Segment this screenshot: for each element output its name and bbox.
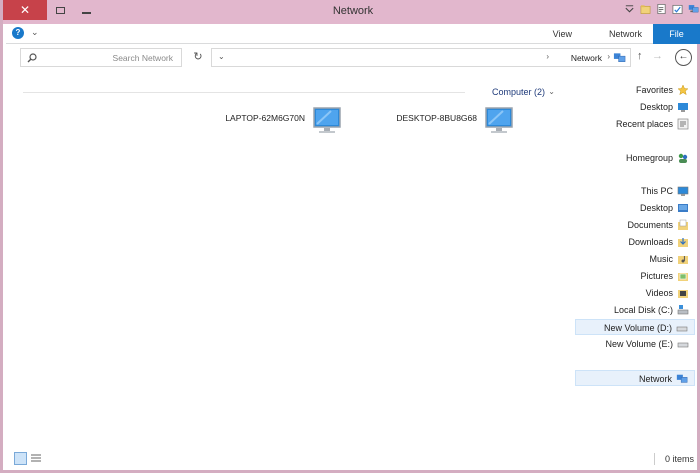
nav-item-this-pc[interactable]: This PC — [615, 183, 695, 199]
refresh-icon: ↻ — [193, 51, 203, 63]
nav-item-videos[interactable]: Videos — [615, 285, 695, 301]
nav-item-local-disk[interactable]: Local Disk (C:) — [613, 302, 695, 318]
nav-item-label: New Volume (D:) — [603, 323, 672, 333]
nav-item-music[interactable]: Music — [615, 251, 695, 267]
network-icon — [676, 374, 688, 383]
nav-item-desktop[interactable]: Desktop — [615, 99, 695, 115]
status-divider — [654, 453, 655, 465]
breadcrumb-root-chevron-icon[interactable]: › — [607, 52, 610, 61]
nav-item-desktop-folder[interactable]: Desktop — [615, 200, 695, 216]
local-disk-icon — [677, 305, 689, 315]
recent-places-icon — [677, 118, 689, 130]
nav-item-label: Local Disk (C:) — [613, 305, 673, 315]
status-bar: 0 items — [6, 449, 700, 469]
nav-item-new-volume-e[interactable]: New Volume (E:) — [575, 336, 695, 352]
address-dropdown-icon[interactable]: ⌄ — [218, 52, 225, 61]
address-bar[interactable]: ⌄ › Network › — [211, 48, 631, 67]
computer-icon — [313, 107, 341, 133]
nav-item-downloads[interactable]: Downloads — [615, 234, 695, 250]
breadcrumb-chevron-icon[interactable]: › — [546, 52, 549, 61]
search-placeholder: Search Network — [112, 53, 173, 63]
tab-file[interactable]: File — [653, 24, 700, 44]
search-input[interactable]: Search Network — [20, 48, 182, 67]
ribbon-expand-icon[interactable]: ⌄ — [31, 27, 39, 38]
nav-item-label: Favorites — [635, 85, 673, 95]
explorer-window: ✕ Network ? ⌄ View Network File Search N… — [0, 0, 700, 473]
nav-item-label: Homegroup — [625, 153, 673, 163]
nav-item-label: Desktop — [639, 102, 673, 112]
nav-item-network[interactable]: Network — [575, 370, 695, 386]
properties-check-icon[interactable] — [672, 3, 683, 15]
videos-icon — [678, 290, 688, 298]
nav-item-homegroup[interactable]: Homegroup — [615, 150, 695, 166]
collapse-chevron-icon[interactable]: ⌄ — [548, 87, 555, 96]
arrow-forward-icon: → — [652, 50, 663, 62]
computer-item[interactable]: DESKTOP-8BU8G68 — [396, 100, 515, 144]
ribbon: ? ⌄ View Network File — [6, 24, 700, 44]
up-button[interactable]: ↑ — [637, 50, 643, 62]
downloads-icon — [678, 238, 688, 247]
nav-item-label: Music — [649, 254, 673, 264]
music-icon — [678, 256, 688, 264]
arrow-back-icon: ← — [678, 51, 689, 62]
window-title: Network — [332, 5, 374, 17]
refresh-button[interactable]: ↻ — [191, 50, 205, 64]
computer-icon — [485, 107, 513, 133]
arrow-up-icon: ↑ — [637, 50, 643, 62]
nav-item-label: New Volume (E:) — [605, 339, 673, 349]
quick-access-toolbar — [624, 3, 699, 15]
help-icon[interactable]: ? — [12, 27, 24, 39]
nav-item-documents[interactable]: Documents — [615, 217, 695, 233]
drive-icon — [677, 342, 689, 348]
computer-item[interactable]: LAPTOP-62M6G70N — [225, 100, 343, 144]
address-row: Search Network ↻ ⌄ › Network › ↑ → ← — [6, 48, 700, 68]
nav-item-label: Network — [638, 374, 672, 384]
group-header-computer[interactable]: Computer (2) ⌄ — [465, 84, 569, 100]
pictures-icon — [678, 273, 688, 281]
nav-item-label: Desktop — [639, 203, 673, 213]
nav-item-label: Recent places — [615, 119, 673, 129]
nav-item-label: Downloads — [628, 237, 673, 247]
group-label: Computer (2) — [491, 87, 545, 97]
tab-view[interactable]: View — [553, 24, 572, 44]
nav-item-new-volume-d[interactable]: New Volume (D:) — [575, 319, 695, 335]
computer-name: LAPTOP-62M6G70N — [225, 113, 305, 123]
search-icon — [27, 53, 37, 63]
drive-icon — [676, 326, 688, 332]
desktop-icon — [678, 103, 688, 112]
app-network-icon — [688, 5, 699, 13]
star-icon — [677, 84, 689, 96]
homegroup-icon — [678, 153, 688, 163]
details-view-icon[interactable] — [30, 453, 42, 464]
nav-item-recent-places[interactable]: Recent places — [615, 116, 695, 132]
forward-button[interactable]: → — [652, 50, 663, 62]
large-icons-view-button[interactable] — [14, 452, 27, 465]
nav-item-label: Pictures — [640, 271, 673, 281]
nav-item-favorites[interactable]: Favorites — [615, 82, 695, 98]
new-folder-icon[interactable] — [640, 3, 651, 15]
group-divider — [23, 92, 465, 93]
title-bar: ✕ Network — [3, 0, 700, 24]
tab-network[interactable]: Network — [609, 24, 642, 44]
network-location-icon — [613, 53, 626, 62]
nav-item-label: Videos — [645, 288, 673, 298]
breadcrumb-network[interactable]: Network — [571, 53, 602, 63]
documents-icon — [678, 219, 688, 230]
qat-dropdown-icon[interactable] — [624, 3, 635, 15]
computer-icon — [677, 186, 689, 196]
item-count: 0 items — [664, 454, 694, 464]
nav-item-label: This PC — [640, 186, 673, 196]
navigation-pane: Favorites Desktop Recent places Homegrou… — [565, 78, 695, 458]
nav-item-pictures[interactable]: Pictures — [615, 268, 695, 284]
computer-name: DESKTOP-8BU8G68 — [396, 113, 477, 123]
nav-item-label: Documents — [627, 220, 673, 230]
properties-icon[interactable] — [656, 3, 667, 15]
desktop-folder-icon — [678, 204, 688, 212]
back-button[interactable]: ← — [675, 49, 692, 66]
